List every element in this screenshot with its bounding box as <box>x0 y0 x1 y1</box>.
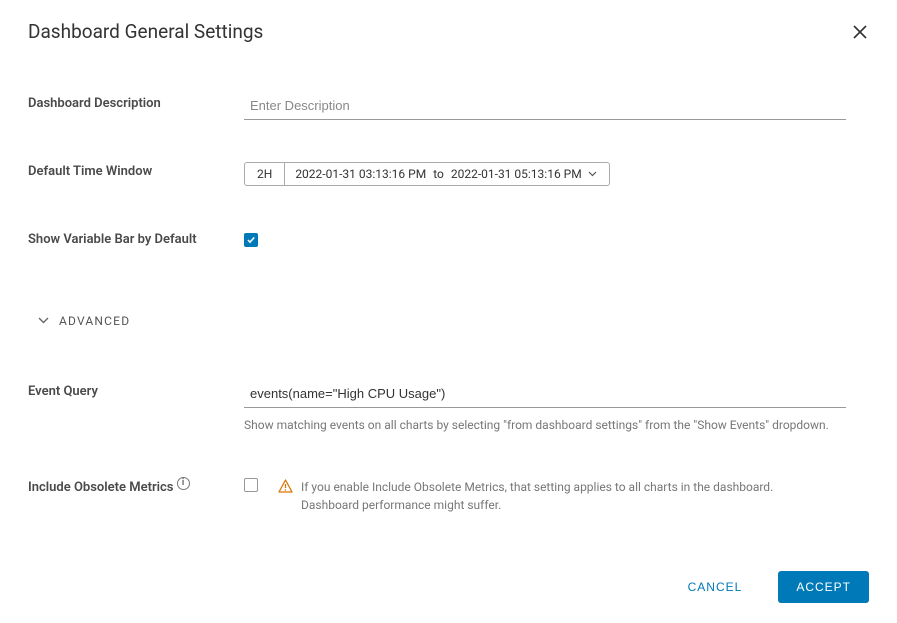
time-to-word: to <box>433 167 444 181</box>
description-input[interactable] <box>244 94 846 120</box>
variable-bar-label: Show Variable Bar by Default <box>28 230 244 247</box>
description-label: Dashboard Description <box>28 94 244 111</box>
advanced-label: Advanced <box>59 314 130 328</box>
time-from: 2022-01-31 03:13:16 PM <box>295 167 426 181</box>
variable-bar-checkbox[interactable] <box>244 233 258 247</box>
time-to: 2022-01-31 05:13:16 PM <box>451 167 582 181</box>
close-icon[interactable] <box>851 20 869 44</box>
event-query-help: Show matching events on all charts by se… <box>244 416 844 434</box>
obsolete-note-text: If you enable Include Obsolete Metrics, … <box>301 478 818 514</box>
time-window-label: Default Time Window <box>28 162 244 179</box>
advanced-toggle[interactable]: Advanced <box>38 314 130 328</box>
time-window-control: 2H 2022-01-31 03:13:16 PM to 2022-01-31 … <box>244 162 610 186</box>
obsolete-checkbox[interactable] <box>244 478 258 492</box>
accept-button[interactable]: Accept <box>778 571 869 603</box>
event-query-label: Event Query <box>28 382 244 399</box>
cancel-button[interactable]: Cancel <box>670 571 761 603</box>
warning-icon <box>278 479 293 498</box>
time-range-picker[interactable]: 2022-01-31 03:13:16 PM to 2022-01-31 05:… <box>285 163 608 185</box>
obsolete-label: Include Obsolete Metrics <box>28 480 174 495</box>
info-icon[interactable]: i <box>177 477 190 490</box>
chevron-down-icon <box>38 317 49 324</box>
obsolete-label-wrap: Include Obsolete Metrics i <box>28 478 244 495</box>
chevron-down-icon <box>588 171 597 177</box>
dialog-title: Dashboard General Settings <box>28 20 263 43</box>
time-preset-button[interactable]: 2H <box>245 163 285 185</box>
event-query-input[interactable] <box>244 382 846 408</box>
